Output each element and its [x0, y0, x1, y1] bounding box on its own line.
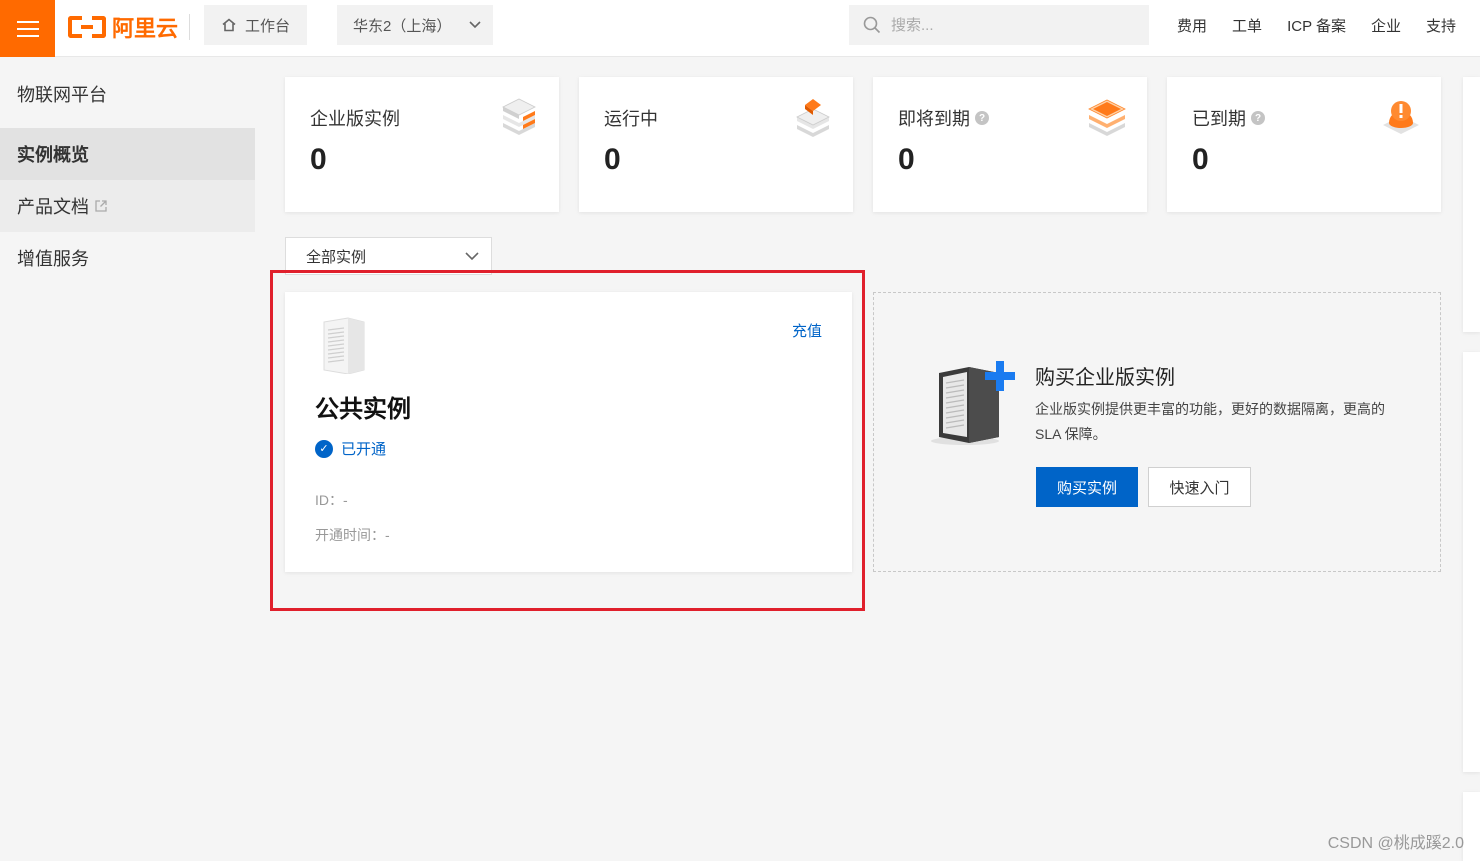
instance-filter-select[interactable]: 全部实例 [285, 237, 492, 275]
search-box[interactable] [849, 5, 1149, 45]
buy-enterprise-card: 购买企业版实例 企业版实例提供更丰富的功能，更好的数据隔离，更高的 SLA 保障… [873, 292, 1441, 572]
edge-card [1463, 352, 1480, 772]
chevron-down-icon [465, 251, 479, 260]
stat-label: 企业版实例 [310, 109, 400, 129]
help-icon[interactable]: ? [1251, 111, 1265, 125]
instance-title: 公共实例 [315, 396, 411, 423]
aliyun-logo-icon [68, 16, 106, 38]
sidebar-item-label: 增值服务 [17, 249, 89, 269]
stack-layers-icon [502, 98, 536, 135]
stat-card-expiring-soon: 即将到期? 0 [873, 77, 1147, 212]
buy-instance-button[interactable]: 购买实例 [1036, 467, 1138, 507]
nav-tickets[interactable]: 工单 [1232, 15, 1262, 36]
region-selector[interactable]: 华东2（上海） [337, 5, 493, 45]
public-instance-card[interactable]: 充值 公共实例 ✓ 已开通 ID：- 开通时间：- [285, 292, 852, 572]
status-badge: ✓ 已开通 [315, 438, 386, 459]
nav-enterprise[interactable]: 企业 [1371, 15, 1401, 36]
top-nav-links: 费用 工单 ICP 备案 企业 支持 [1177, 0, 1456, 50]
nav-support[interactable]: 支持 [1426, 15, 1456, 36]
buy-title: 购买企业版实例 [1035, 367, 1175, 389]
expiring-stack-icon [1088, 99, 1126, 136]
buy-description: 企业版实例提供更丰富的功能，更好的数据隔离，更高的 SLA 保障。 [1035, 401, 1385, 442]
instance-id: ID：- [315, 492, 348, 508]
select-value: 全部实例 [306, 248, 367, 266]
running-stack-icon [796, 99, 830, 137]
server-icon [323, 317, 365, 374]
nav-icp-filing[interactable]: ICP 备案 [1287, 15, 1346, 36]
stat-value: 0 [1192, 143, 1209, 176]
stat-card-enterprise-instances: 企业版实例 0 [285, 77, 559, 212]
aliyun-logo[interactable]: 阿里云 [68, 12, 178, 42]
divider [189, 14, 190, 40]
sidebar-item-label: 产品文档 [17, 197, 89, 217]
sidebar-title: 物联网平台 [17, 85, 107, 105]
logo-text: 阿里云 [112, 16, 179, 41]
stat-value: 0 [604, 143, 621, 176]
server-add-icon [931, 361, 1015, 445]
help-icon[interactable]: ? [975, 111, 989, 125]
edge-card [1463, 792, 1480, 861]
sidebar-item-instance-overview[interactable]: 实例概览 [0, 128, 255, 180]
top-navigation-bar: 阿里云 工作台 华东2（上海） 费用 工单 ICP 备案 企业 支持 [0, 0, 1480, 57]
stat-card-expired: 已到期? 0 [1167, 77, 1441, 212]
stat-label: 即将到期? [898, 105, 989, 131]
home-icon [222, 18, 236, 32]
stat-label: 运行中 [604, 109, 658, 129]
recharge-link[interactable]: 充值 [792, 320, 822, 341]
search-input[interactable] [891, 16, 1121, 34]
menu-icon[interactable] [0, 0, 55, 57]
status-text: 已开通 [341, 441, 387, 458]
watermark: CSDN @桃成蹊2.0 [1327, 835, 1464, 852]
sidebar: 物联网平台 实例概览 产品文档 增值服务 [0, 57, 255, 861]
edge-card [1463, 77, 1480, 332]
region-label: 华东2（上海） [353, 17, 452, 35]
sidebar-item-label: 实例概览 [17, 145, 89, 165]
quickstart-button[interactable]: 快速入门 [1148, 467, 1251, 507]
sidebar-item-value-added-services[interactable]: 增值服务 [0, 232, 255, 284]
stat-value: 0 [310, 143, 327, 176]
stat-card-running: 运行中 0 [579, 77, 853, 212]
workbench-button[interactable]: 工作台 [204, 5, 307, 45]
sidebar-item-product-docs[interactable]: 产品文档 [0, 180, 255, 232]
expired-alert-icon [1383, 101, 1419, 134]
main-content: 企业版实例 0 运行中 0 即将到期? 0 已到期 ? 0 全部实例 充值 公共… [255, 57, 1480, 861]
search-icon [863, 16, 881, 34]
stat-value: 0 [898, 143, 915, 176]
chevron-down-icon [469, 21, 481, 29]
check-circle-icon: ✓ [315, 439, 333, 458]
workbench-label: 工作台 [244, 17, 290, 35]
external-link-icon [95, 200, 107, 212]
instance-open-time: 开通时间：- [315, 527, 390, 543]
stat-label: 已到期? [1192, 105, 1265, 131]
nav-billing[interactable]: 费用 [1177, 15, 1207, 36]
